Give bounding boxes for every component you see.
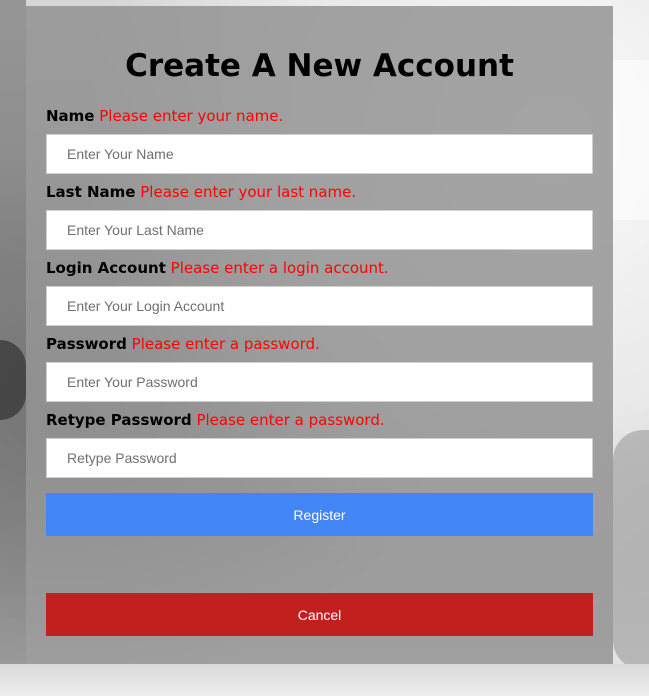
last-name-label-row: Last Name Please enter your last name.: [46, 183, 593, 201]
retype-password-input[interactable]: [46, 438, 593, 478]
background-shape: [0, 664, 649, 696]
last-name-field-group: Last Name Please enter your last name.: [46, 183, 593, 250]
name-label-row: Name Please enter your name.: [46, 107, 593, 125]
background-shape: [613, 430, 649, 670]
last-name-label: Last Name: [46, 183, 136, 201]
registration-form: Create A New Account Name Please enter y…: [26, 6, 613, 664]
name-error: Please enter your name.: [99, 107, 284, 125]
password-input[interactable]: [46, 362, 593, 402]
login-account-label-row: Login Account Please enter a login accou…: [46, 259, 593, 277]
register-button[interactable]: Register: [46, 493, 593, 536]
login-account-label: Login Account: [46, 259, 166, 277]
password-error: Please enter a password.: [131, 335, 320, 353]
password-label-row: Password Please enter a password.: [46, 335, 593, 353]
password-label: Password: [46, 335, 127, 353]
cancel-button[interactable]: Cancel: [46, 593, 593, 636]
retype-password-label: Retype Password: [46, 411, 192, 429]
login-account-error: Please enter a login account.: [170, 259, 389, 277]
name-input[interactable]: [46, 134, 593, 174]
last-name-input[interactable]: [46, 210, 593, 250]
last-name-error: Please enter your last name.: [140, 183, 357, 201]
login-account-input[interactable]: [46, 286, 593, 326]
form-title: Create A New Account: [125, 48, 514, 84]
retype-password-error: Please enter a password.: [196, 411, 385, 429]
name-field-group: Name Please enter your name.: [46, 107, 593, 174]
login-account-field-group: Login Account Please enter a login accou…: [46, 259, 593, 326]
background-shape: [613, 60, 649, 220]
retype-password-label-row: Retype Password Please enter a password.: [46, 411, 593, 429]
name-label: Name: [46, 107, 95, 125]
retype-password-field-group: Retype Password Please enter a password.: [46, 411, 593, 478]
password-field-group: Password Please enter a password.: [46, 335, 593, 402]
